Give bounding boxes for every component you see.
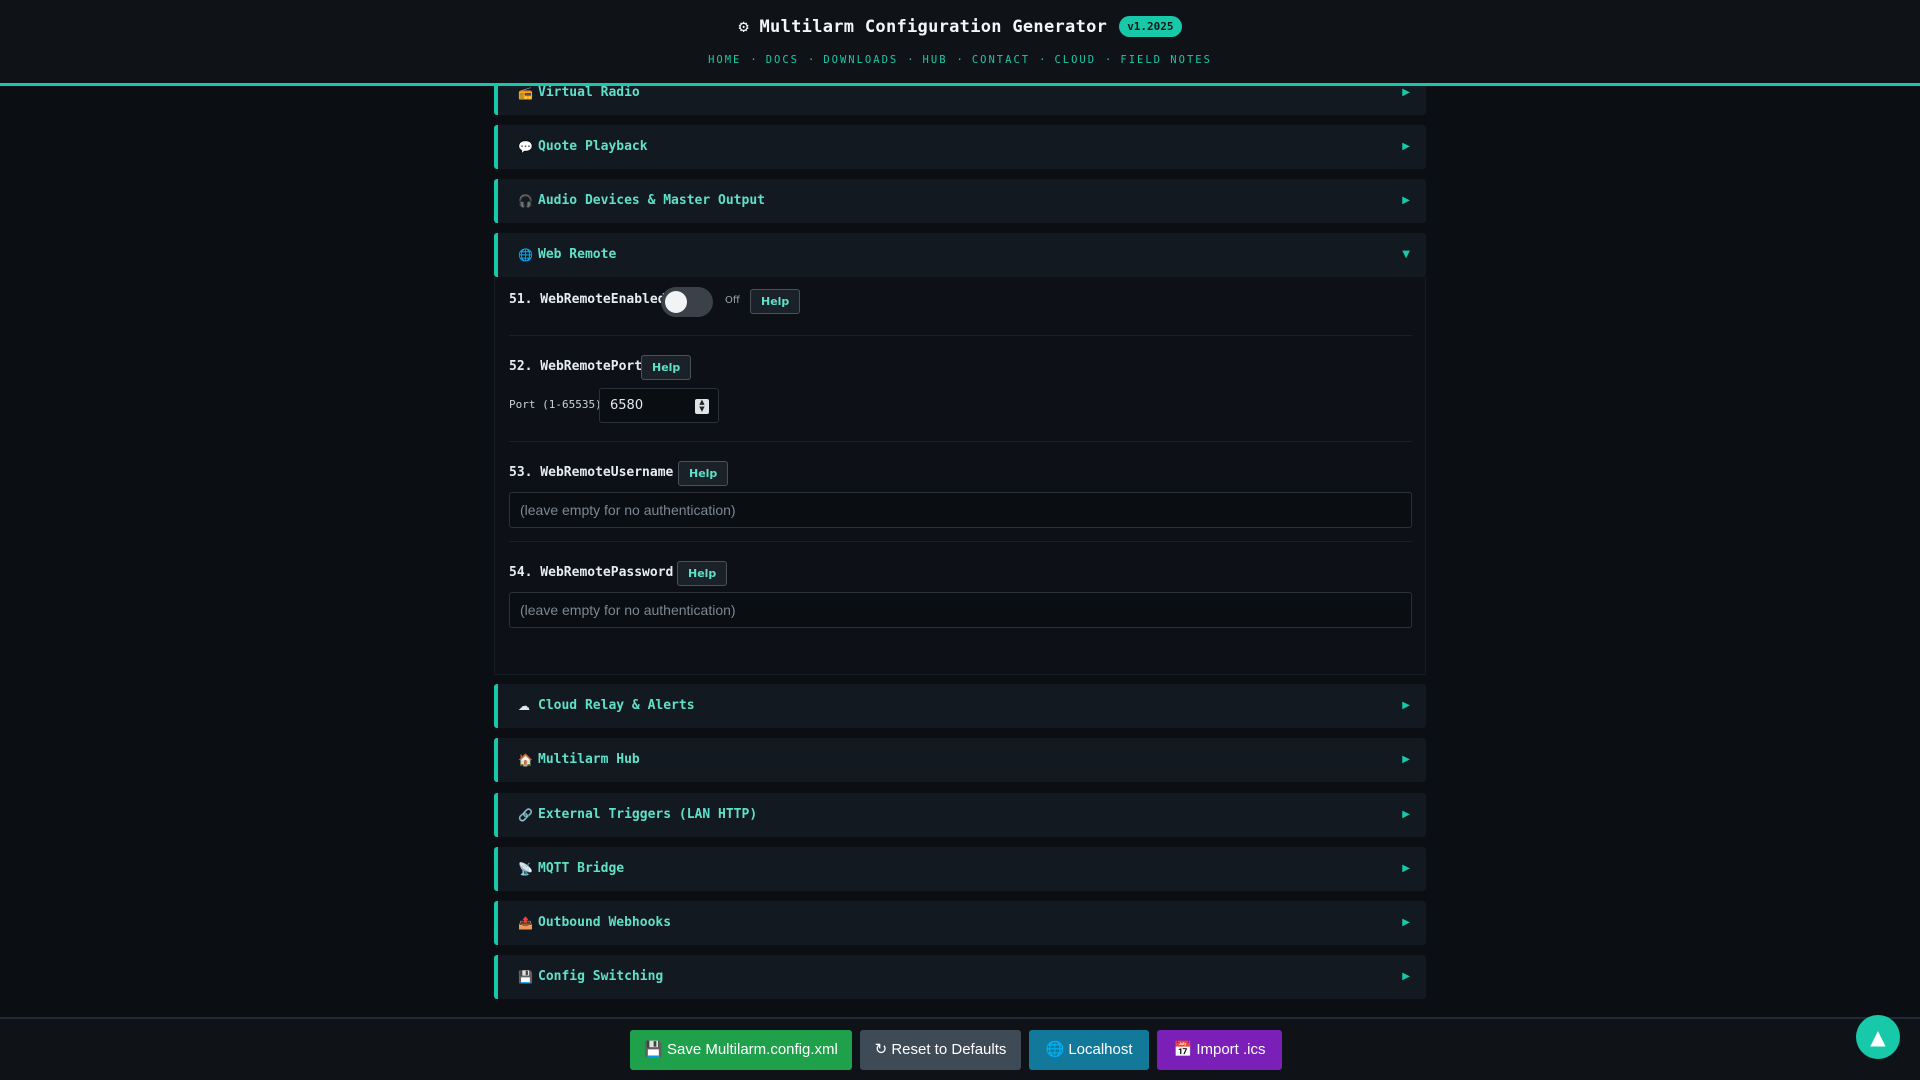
nav-docs[interactable]: DOCS	[766, 54, 799, 66]
field-web-remote-password: 54. WebRemotePassword	[509, 565, 674, 580]
nav-separator: ·	[1039, 54, 1046, 66]
section-label: Multilarm Hub	[538, 752, 640, 767]
nav-separator: ·	[956, 54, 963, 66]
section-label: MQTT Bridge	[538, 861, 625, 876]
globe-icon: 🌐	[518, 248, 533, 262]
chevron-right-icon: ▶	[1402, 971, 1410, 982]
chevron-right-icon: ▶	[1402, 754, 1410, 765]
section-web-remote[interactable]: 🌐 Web Remote ▼	[494, 233, 1426, 277]
section-label: Virtual Radio	[538, 85, 640, 100]
help-button[interactable]: Help	[750, 289, 801, 314]
section-cloud-relay[interactable]: ☁ Cloud Relay & Alerts ▶	[494, 684, 1426, 728]
antenna-icon: 📡	[518, 862, 533, 876]
nav-separator: ·	[750, 54, 757, 66]
scroll-to-top-button[interactable]: ▲	[1856, 1015, 1900, 1059]
port-value: 6580	[610, 398, 644, 413]
chevron-right-icon: ▶	[1402, 917, 1410, 928]
app-title: ⚙ Multilarm Configuration Generator	[738, 16, 1108, 37]
chevron-right-icon: ▶	[1402, 700, 1410, 711]
house-icon: 🏠	[518, 753, 533, 767]
section-label: External Triggers (LAN HTTP)	[538, 807, 758, 822]
section-multilarm-hub[interactable]: 🏠 Multilarm Hub ▶	[494, 738, 1426, 782]
spinner-icon[interactable]: ▲ ▼	[695, 399, 709, 414]
title-row: ⚙ Multilarm Configuration Generator v1.2…	[0, 16, 1920, 37]
toggle-state-label: Off	[725, 295, 740, 306]
section-quote-playback[interactable]: 💬 Quote Playback ▶	[494, 125, 1426, 169]
localhost-button[interactable]: 🌐 Localhost	[1029, 1030, 1149, 1070]
help-button[interactable]: Help	[677, 561, 728, 586]
field-web-remote-username: 53. WebRemoteUsername	[509, 465, 674, 480]
arrow-up-icon: ▲	[1870, 1025, 1886, 1049]
top-nav: HOME · DOCS · DOWNLOADS · HUB · CONTACT …	[0, 54, 1920, 66]
section-mqtt-bridge[interactable]: 📡 MQTT Bridge ▶	[494, 847, 1426, 891]
app-header: ⚙ Multilarm Configuration Generator v1.2…	[0, 0, 1920, 86]
link-icon: 🔗	[518, 808, 533, 822]
section-label: Cloud Relay & Alerts	[538, 698, 695, 713]
section-label: Web Remote	[538, 247, 617, 262]
action-bar: 💾 Save Multilarm.config.xml ↻ Reset to D…	[0, 1017, 1920, 1080]
nav-hub[interactable]: HUB	[923, 54, 948, 66]
import-ics-button[interactable]: 📅 Import .ics	[1157, 1030, 1282, 1070]
chevron-right-icon: ▶	[1402, 195, 1410, 206]
radio-icon: 📻	[518, 86, 533, 100]
nav-downloads[interactable]: DOWNLOADS	[823, 54, 898, 66]
divider	[509, 441, 1412, 442]
section-label: Outbound Webhooks	[538, 915, 672, 930]
headphones-icon: 🎧	[518, 194, 533, 208]
cloud-icon: ☁	[518, 699, 530, 713]
nav-separator: ·	[807, 54, 815, 66]
reset-defaults-button[interactable]: ↻ Reset to Defaults	[860, 1030, 1021, 1070]
help-button[interactable]: Help	[678, 461, 729, 486]
port-label: Port (1-65535):	[509, 398, 609, 411]
help-button[interactable]: Help	[641, 355, 692, 380]
save-config-button[interactable]: 💾 Save Multilarm.config.xml	[630, 1030, 852, 1070]
password-input[interactable]	[509, 592, 1412, 628]
nav-home[interactable]: HOME	[708, 54, 741, 66]
section-audio-devices[interactable]: 🎧 Audio Devices & Master Output ▶	[494, 179, 1426, 223]
outbox-icon: 📤	[518, 916, 533, 930]
nav-cloud[interactable]: CLOUD	[1054, 54, 1096, 66]
web-remote-enabled-toggle[interactable]	[661, 287, 713, 317]
chevron-right-icon: ▶	[1402, 87, 1410, 98]
field-web-remote-port: 52. WebRemotePort	[509, 359, 643, 374]
nav-separator: ·	[1105, 54, 1112, 66]
section-config-switching[interactable]: 💾 Config Switching ▶	[494, 955, 1426, 999]
divider	[509, 541, 1412, 542]
toggle-knob	[665, 291, 687, 313]
nav-separator: ·	[907, 54, 914, 66]
section-label: Audio Devices & Master Output	[538, 193, 765, 208]
chevron-right-icon: ▶	[1402, 809, 1410, 820]
version-badge: v1.2025	[1119, 16, 1182, 37]
section-label: Config Switching	[538, 969, 664, 984]
web-remote-panel: 51. WebRemoteEnabled Off Help 52. WebRem…	[494, 277, 1426, 675]
field-web-remote-enabled: 51. WebRemoteEnabled	[509, 292, 666, 307]
chevron-right-icon: ▶	[1402, 141, 1410, 152]
chevron-right-icon: ▶	[1402, 863, 1410, 874]
username-input[interactable]	[509, 492, 1412, 528]
section-label: Quote Playback	[538, 139, 648, 154]
section-external-triggers[interactable]: 🔗 External Triggers (LAN HTTP) ▶	[494, 793, 1426, 837]
chevron-down-icon: ▼	[1402, 249, 1410, 260]
divider	[509, 335, 1412, 336]
port-input[interactable]: 6580 ▲ ▼	[599, 388, 719, 423]
floppy-disk-icon: 💾	[518, 970, 533, 984]
speech-bubble-icon: 💬	[518, 140, 533, 154]
nav-field-notes[interactable]: FIELD NOTES	[1120, 54, 1212, 66]
section-outbound-webhooks[interactable]: 📤 Outbound Webhooks ▶	[494, 901, 1426, 945]
nav-contact[interactable]: CONTACT	[972, 54, 1030, 66]
